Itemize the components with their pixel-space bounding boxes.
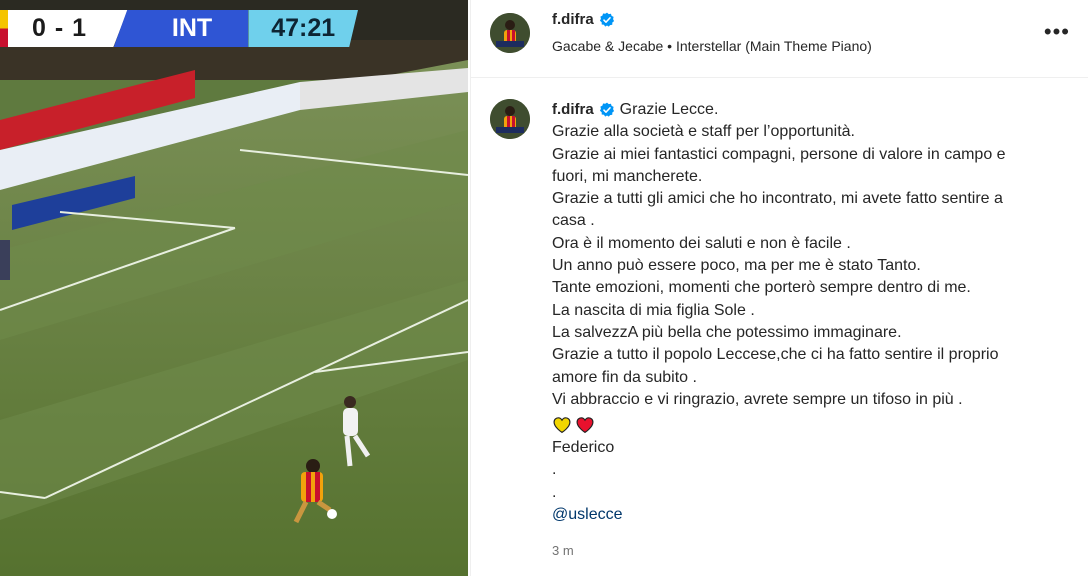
post-panel: f.difra Gacabe & Jecabe • Interstellar (… (470, 0, 1088, 576)
username-link[interactable]: f.difra (552, 11, 594, 28)
caption-line: Ora è il momento dei saluti e non è faci… (552, 234, 851, 252)
caption-line: Vi abbraccio e vi ringrazio, avrete semp… (552, 390, 963, 408)
caption-signature: Federico (552, 439, 615, 457)
verified-badge-icon (599, 12, 615, 28)
caption: f.difra Grazie Lecce. Grazie alla societ… (490, 99, 1070, 563)
team-color-stripe (0, 10, 8, 47)
caption-line: Grazie a tutto il popolo Leccese,che ci … (552, 346, 999, 364)
caption-line: La salvezzA più bella che potessimo imma… (552, 323, 902, 341)
caption-line: Tante emozioni, momenti che porterò semp… (552, 279, 971, 297)
caption-username-link[interactable]: f.difra (552, 99, 594, 121)
caption-line: amore fin da subito . (552, 368, 697, 386)
avatar-image (490, 13, 530, 53)
scoreboard: 0 - 1 INT 47:21 (0, 10, 358, 47)
caption-line: fuori, mi mancherete. (552, 167, 703, 185)
caption-line: Grazie a tutti gli amici che ho incontra… (552, 190, 1003, 208)
header-user: f.difra (552, 11, 615, 28)
caption-avatar[interactable] (490, 99, 530, 139)
caption-line: Grazie ai miei fantastici compagni, pers… (552, 145, 1006, 163)
caption-first-line: f.difra Grazie Lecce. (552, 99, 1070, 121)
caption-line: casa . (552, 212, 595, 230)
post-header: f.difra Gacabe & Jecabe • Interstellar (… (471, 0, 1088, 78)
caption-dot: . (552, 483, 557, 501)
mention-link[interactable]: @uslecce (552, 504, 1070, 526)
caption-text: Grazie Lecce. (619, 101, 719, 118)
post-media[interactable]: 0 - 1 INT 47:21 (0, 0, 468, 576)
more-options-button[interactable]: ••• (1044, 21, 1070, 43)
caption-line: La nascita di mia figlia Sole . (552, 301, 755, 319)
post-timestamp[interactable]: 3 m (552, 540, 1070, 562)
avatar-image (490, 99, 530, 139)
score: 0 - 1 (7, 10, 128, 47)
match-clock: 47:21 (248, 10, 358, 47)
verified-badge-icon (599, 102, 615, 118)
hearts-emoji-row (552, 411, 1070, 437)
caption-body: f.difra Grazie Lecce. Grazie alla societ… (552, 99, 1070, 563)
yellow-heart-icon (553, 416, 571, 433)
caption-line: Grazie alla società e staff per l’opport… (552, 123, 855, 141)
caption-line: Un anno può essere poco, ma per me è sta… (552, 257, 921, 275)
audio-track-link[interactable]: Gacabe & Jecabe • Interstellar (Main The… (552, 38, 872, 54)
caption-dot: . (552, 461, 557, 479)
pitch-illustration (0, 0, 468, 576)
team-name: INT (113, 10, 249, 47)
red-heart-icon (576, 416, 594, 433)
avatar[interactable] (490, 13, 530, 53)
player-left (0, 240, 10, 280)
